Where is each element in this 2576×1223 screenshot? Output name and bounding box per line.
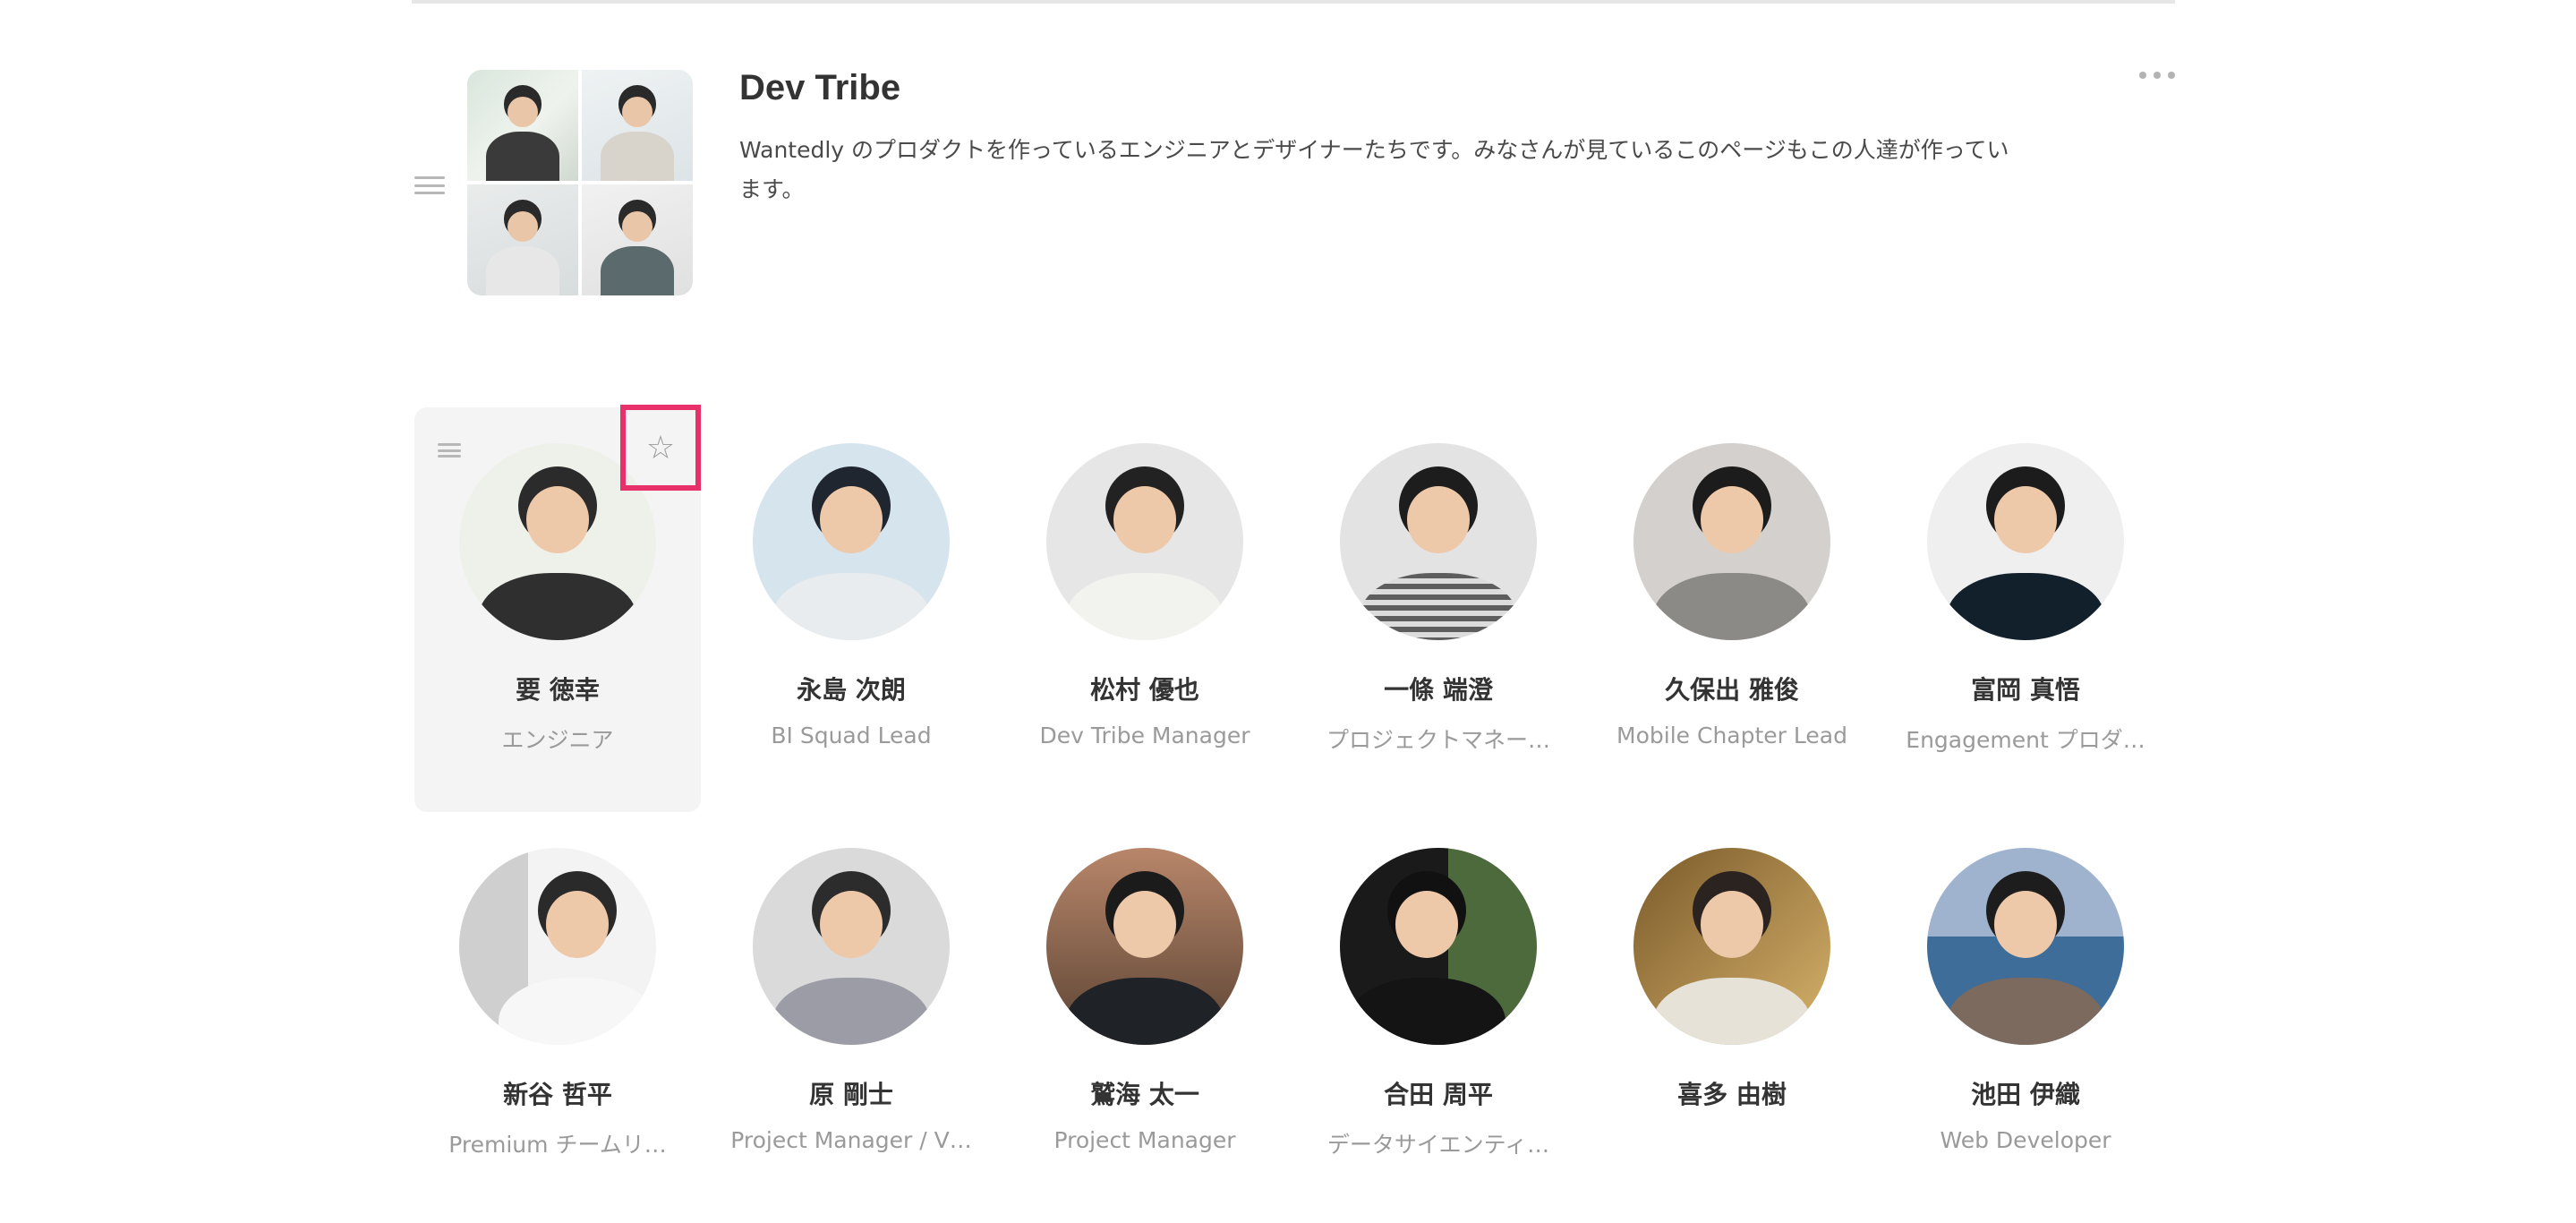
- member-name: 久保出 雅俊: [1665, 675, 1799, 705]
- member-card[interactable]: 喜多 由樹: [1589, 812, 1875, 1217]
- member-card[interactable]: 一條 端澄 プロジェクトマネー…: [1295, 407, 1582, 812]
- cover-photo-3: [467, 184, 578, 295]
- member-name: 合田 周平: [1384, 1080, 1493, 1109]
- member-name: 原 剛士: [809, 1080, 893, 1109]
- member-name: 永島 次朗: [797, 675, 906, 705]
- cover-photo-1: [467, 70, 578, 181]
- member-role: BI Squad Lead: [771, 723, 932, 748]
- member-role: Premium チームリ…: [448, 1132, 667, 1158]
- member-role: Web Developer: [1940, 1127, 2111, 1153]
- member-role: Engagement プロダ…: [1906, 727, 2145, 753]
- cover-photo-4: [582, 184, 693, 295]
- member-name: 松村 優也: [1090, 675, 1199, 705]
- member-card[interactable]: 鷲海 太一 Project Manager: [1002, 812, 1288, 1217]
- more-options-icon[interactable]: [2139, 66, 2175, 84]
- member-card[interactable]: 久保出 雅俊 Mobile Chapter Lead: [1589, 407, 1875, 812]
- member-role: データサイエンティ…: [1326, 1132, 1550, 1158]
- avatar: [459, 848, 656, 1045]
- member-role: エンジニア: [501, 727, 614, 753]
- avatar: [1927, 848, 2124, 1045]
- member-card[interactable]: 原 剛士 Project Manager / V…: [708, 812, 994, 1217]
- member-card[interactable]: 新谷 哲平 Premium チームリ…: [414, 812, 701, 1217]
- team-cover-image: [467, 70, 693, 295]
- member-role: Dev Tribe Manager: [1039, 723, 1250, 748]
- member-role: Project Manager / V…: [730, 1127, 972, 1153]
- avatar: [1633, 443, 1830, 640]
- member-name: 鷲海 太一: [1090, 1080, 1199, 1109]
- member-role: Mobile Chapter Lead: [1616, 723, 1847, 748]
- member-card[interactable]: ☆ 要 徳幸 エンジニア: [414, 405, 701, 812]
- avatar: [753, 443, 950, 640]
- member-card[interactable]: 池田 伊織 Web Developer: [1882, 812, 2169, 1217]
- avatar: [1046, 848, 1243, 1045]
- member-grid: ☆ 要 徳幸 エンジニア 永島 次朗 BI Squad Lead 松村 優也 D…: [414, 405, 2178, 1217]
- member-card[interactable]: 富岡 真悟 Engagement プロダ…: [1882, 407, 2169, 812]
- team-description: Wantedly のプロダクトを作っているエンジニアとデザイナーたちです。みなさ…: [739, 137, 2009, 202]
- member-name: 富岡 真悟: [1971, 675, 2080, 705]
- member-role: プロジェクトマネー…: [1326, 727, 1550, 753]
- member-name: 要 徳幸: [516, 675, 600, 705]
- star-icon[interactable]: ☆: [620, 405, 701, 491]
- member-role: Project Manager: [1053, 1127, 1236, 1153]
- member-name: 新谷 哲平: [503, 1080, 612, 1109]
- avatar: [1340, 848, 1537, 1045]
- team-title: Dev Tribe: [739, 68, 901, 107]
- cover-photo-2: [582, 70, 693, 181]
- team-drag-handle-icon[interactable]: [414, 176, 445, 194]
- avatar: [753, 848, 950, 1045]
- member-card[interactable]: 合田 周平 データサイエンティ…: [1295, 812, 1582, 1217]
- member-name: 池田 伊織: [1971, 1080, 2080, 1109]
- member-name: 一條 端澄: [1384, 675, 1493, 705]
- member-card[interactable]: 永島 次朗 BI Squad Lead: [708, 407, 994, 812]
- avatar: [1046, 443, 1243, 640]
- top-divider: [412, 0, 2175, 4]
- member-name: 喜多 由樹: [1677, 1080, 1787, 1109]
- avatar: [1340, 443, 1537, 640]
- avatar: [1633, 848, 1830, 1045]
- team-header: Dev Tribe Wantedly のプロダクトを作っているエンジニアとデザイ…: [412, 54, 2175, 322]
- member-drag-handle-icon[interactable]: [438, 443, 461, 458]
- avatar: [1927, 443, 2124, 640]
- member-card[interactable]: 松村 優也 Dev Tribe Manager: [1002, 407, 1288, 812]
